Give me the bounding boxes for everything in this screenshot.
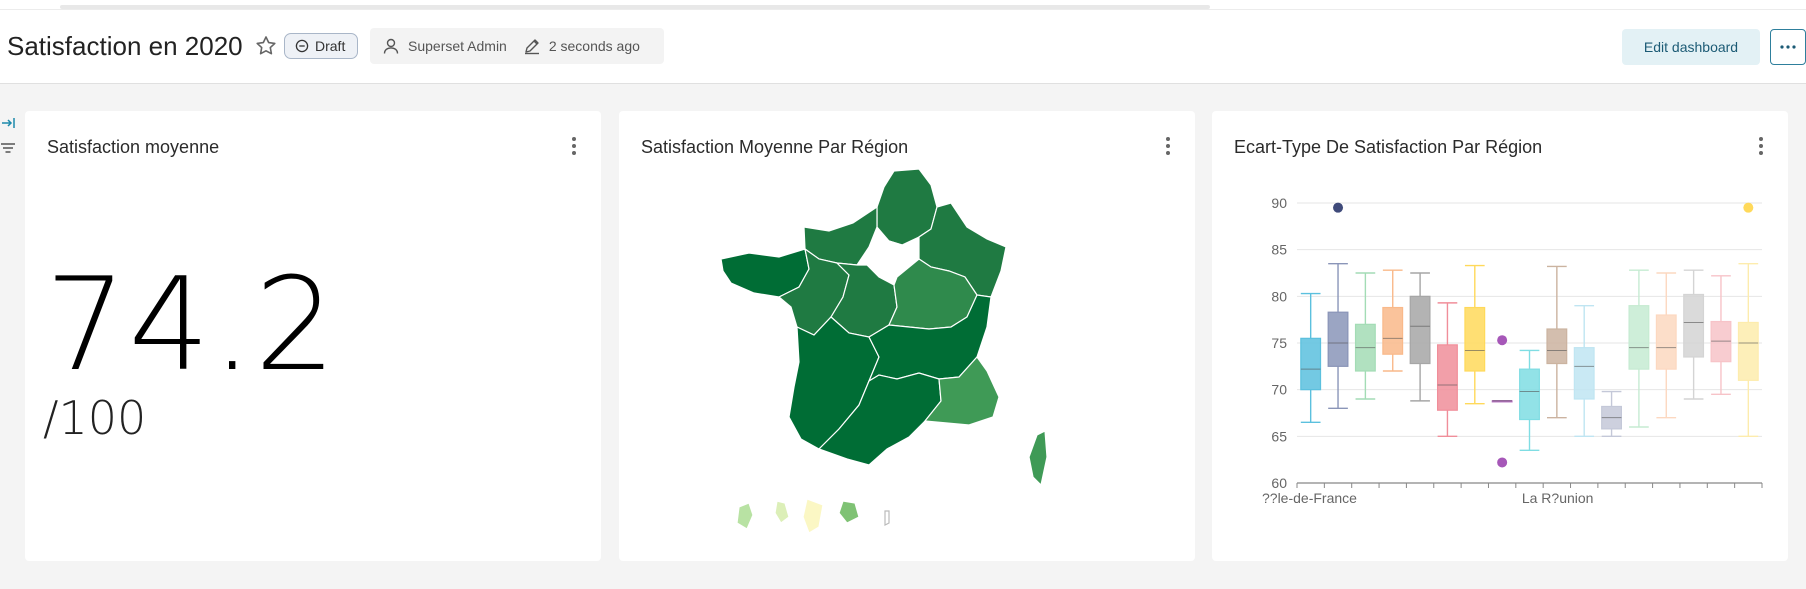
box-body	[1655, 314, 1677, 370]
region-guyane	[802, 498, 824, 534]
star-icon[interactable]	[254, 34, 278, 58]
filter-bar-collapsed	[0, 115, 18, 165]
more-options-button[interactable]	[1770, 29, 1806, 65]
box-body	[1382, 306, 1404, 355]
chart-title: Ecart-Type De Satisfaction Par Région	[1234, 137, 1543, 157]
dashboard-header: Satisfaction en 2020 Draft Superset Admi…	[0, 10, 1806, 84]
draft-icon	[295, 39, 309, 53]
region-guadeloupe	[736, 502, 754, 530]
region-mayotte	[884, 510, 890, 526]
box-outlier	[1743, 202, 1754, 213]
edit-dashboard-button[interactable]: Edit dashboard	[1622, 29, 1760, 65]
box-body	[1546, 328, 1568, 365]
draft-label: Draft	[315, 38, 346, 54]
expand-filters-icon[interactable]	[0, 115, 16, 131]
chart-title: Satisfaction moyenne	[47, 137, 220, 157]
ellipsis-icon	[1780, 45, 1796, 49]
box-body	[1683, 293, 1705, 358]
box-body	[1327, 311, 1349, 367]
region-reunion	[838, 500, 860, 524]
chart-menu-icon[interactable]	[1758, 137, 1764, 155]
pencil-icon	[524, 39, 539, 55]
y-tick-label: 70	[1271, 382, 1287, 398]
modified-time: 2 seconds ago	[548, 38, 640, 54]
y-tick-label: 75	[1271, 335, 1287, 351]
top-tab-bar	[60, 5, 1210, 9]
chart-card-stddev-by-region: Ecart-Type De Satisfaction Par Région 60…	[1212, 111, 1788, 561]
region-corse	[1028, 430, 1048, 487]
chart-menu-icon[interactable]	[1165, 137, 1171, 155]
x-tick-label: La R?union	[1522, 490, 1594, 506]
filter-icon[interactable]	[0, 141, 16, 155]
owner-info: Superset Admin	[370, 37, 507, 55]
box-body	[1436, 344, 1458, 411]
modified-info: 2 seconds ago	[523, 37, 640, 55]
box-outlier	[1497, 335, 1508, 346]
chart-card-average-satisfaction: Satisfaction moyenne 74.2 /100	[25, 111, 601, 561]
x-tick-label: ??le-de-France	[1262, 490, 1357, 506]
big-number-value: 74.2	[45, 251, 338, 400]
box-body	[1628, 305, 1650, 370]
y-tick-label: 60	[1271, 475, 1287, 491]
dashboard-title[interactable]: Satisfaction en 2020	[7, 31, 243, 62]
y-tick-label: 80	[1271, 288, 1287, 304]
owner-name: Superset Admin	[408, 38, 507, 54]
box-body	[1519, 368, 1540, 421]
user-icon	[383, 38, 399, 54]
draft-badge[interactable]: Draft	[284, 33, 359, 59]
y-tick-label: 90	[1271, 195, 1287, 211]
chart-card-satisfaction-by-region: Satisfaction Moyenne Par Région	[619, 111, 1195, 561]
box-body	[1737, 321, 1759, 381]
france-region-map	[720, 168, 1048, 534]
big-number-suffix: /100	[43, 391, 147, 445]
metadata-bar: Superset Admin 2 seconds ago	[370, 28, 664, 64]
box-body	[1300, 337, 1322, 391]
y-tick-label: 65	[1271, 428, 1287, 444]
boxplot-chart: 60 65 70 75 80 85 90 ??le-de-France La R?union	[1262, 195, 1763, 506]
chart-menu-icon[interactable]	[571, 137, 577, 155]
box-body	[1573, 347, 1595, 400]
y-tick-label: 85	[1271, 242, 1287, 258]
box-outlier	[1333, 202, 1344, 213]
region-martinique	[774, 500, 790, 524]
box-body	[1464, 306, 1486, 372]
chart-title: Satisfaction Moyenne Par Région	[641, 137, 909, 157]
top-strip	[0, 0, 1806, 10]
box-outlier	[1497, 457, 1508, 468]
box-body	[1409, 295, 1431, 365]
